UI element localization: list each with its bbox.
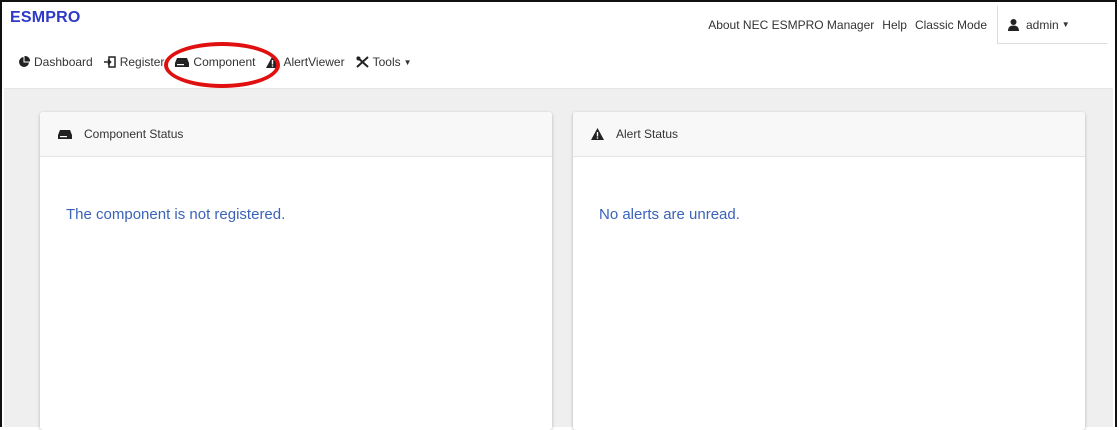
card-title: Alert Status bbox=[616, 127, 679, 141]
user-icon bbox=[1008, 18, 1019, 31]
nav-label: Dashboard bbox=[34, 55, 93, 69]
user-menu[interactable]: admin ▼ bbox=[997, 6, 1107, 44]
register-icon bbox=[103, 56, 116, 68]
card-title: Component Status bbox=[84, 127, 184, 141]
classic-mode-link[interactable]: Classic Mode bbox=[915, 18, 987, 32]
nav-label: AlertViewer bbox=[283, 55, 345, 69]
tools-icon bbox=[355, 56, 369, 68]
component-status-card: Component Status The component is not re… bbox=[40, 112, 552, 430]
help-link[interactable]: Help bbox=[882, 18, 907, 32]
nav-label: Register bbox=[119, 55, 165, 69]
warning-icon bbox=[591, 128, 604, 140]
card-message: No alerts are unread. bbox=[599, 206, 740, 223]
about-link[interactable]: About NEC ESMPRO Manager bbox=[708, 18, 874, 32]
card-header: Component Status bbox=[40, 112, 552, 157]
nav-item-dashboard[interactable]: Dashboard bbox=[18, 55, 93, 69]
highlight-annotation bbox=[164, 42, 280, 88]
alert-status-card: Alert Status No alerts are unread. bbox=[573, 112, 1085, 430]
chevron-down-icon: ▼ bbox=[403, 57, 412, 67]
pie-chart-icon bbox=[18, 56, 30, 68]
nav-label: Tools bbox=[372, 55, 401, 69]
brand-logo[interactable]: ESMPRO bbox=[10, 9, 81, 27]
user-name: admin bbox=[1026, 17, 1059, 32]
chevron-down-icon: ▼ bbox=[1061, 20, 1070, 29]
dashboard-content: Component Status The component is not re… bbox=[4, 89, 1113, 430]
top-navbar: ESMPRO About NEC ESMPRO Manager Help Cla… bbox=[4, 4, 1113, 89]
app-window: ESMPRO About NEC ESMPRO Manager Help Cla… bbox=[0, 0, 1117, 430]
card-message: The component is not registered. bbox=[66, 206, 286, 223]
nav-item-tools[interactable]: Tools ▼ bbox=[355, 55, 412, 69]
nav-item-register[interactable]: Register bbox=[103, 55, 165, 69]
header-links: About NEC ESMPRO Manager Help Classic Mo… bbox=[708, 5, 1107, 45]
card-header: Alert Status bbox=[573, 112, 1085, 157]
server-icon bbox=[58, 129, 72, 140]
